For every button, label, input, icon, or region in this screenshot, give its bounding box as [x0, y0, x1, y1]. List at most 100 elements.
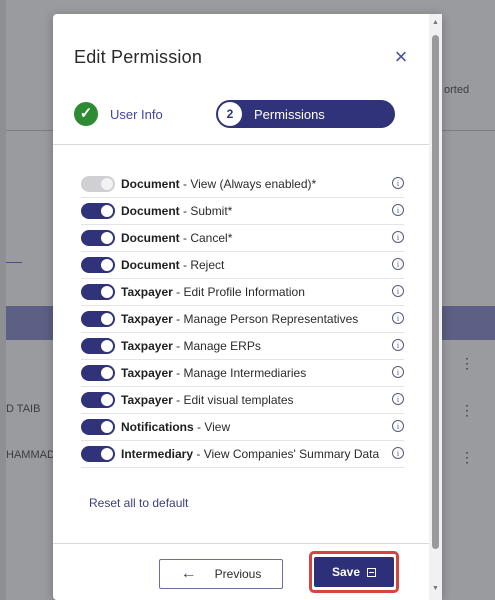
permission-toggle[interactable] — [81, 392, 115, 408]
permission-label: Taxpayer - Edit Profile Information — [121, 285, 305, 299]
permission-row: Document - View (Always enabled)* i — [81, 171, 404, 198]
permission-row: Notifications - View i — [81, 414, 404, 441]
permission-action: - Manage Person Representatives — [172, 312, 359, 326]
scrollbar-thumb[interactable] — [432, 35, 439, 549]
permission-row: Taxpayer - Manage ERPs i — [81, 333, 404, 360]
toggle-knob — [101, 421, 113, 433]
info-icon[interactable]: i — [392, 177, 404, 189]
permission-toggle[interactable] — [81, 446, 115, 462]
permission-action: - Cancel* — [179, 231, 233, 245]
permission-row: Document - Cancel* i — [81, 225, 404, 252]
permission-label: Document - View (Always enabled)* — [121, 177, 316, 191]
toggle-knob — [101, 448, 113, 460]
permission-label: Taxpayer - Manage ERPs — [121, 339, 261, 353]
permission-action: - Edit Profile Information — [172, 285, 305, 299]
background-column-header: orted — [444, 84, 470, 96]
close-icon[interactable]: × — [389, 46, 413, 70]
permission-list: Document - View (Always enabled)* i Docume… — [81, 171, 404, 468]
permission-category: Taxpayer — [121, 339, 173, 353]
info-icon[interactable]: i — [392, 447, 404, 459]
step-permissions[interactable]: 2 Permissions — [216, 100, 395, 128]
permission-toggle[interactable] — [81, 311, 115, 327]
permission-label: Taxpayer - Manage Person Representatives — [121, 312, 358, 326]
permission-label: Intermediary - View Companies' Summary D… — [121, 447, 379, 461]
permission-category: Taxpayer — [121, 366, 173, 380]
permission-action: - Submit* — [179, 204, 233, 218]
permission-action: - View Companies' Summary Data — [193, 447, 380, 461]
permission-label: Document - Submit* — [121, 204, 232, 218]
info-icon[interactable]: i — [392, 366, 404, 378]
permission-toggle[interactable] — [81, 230, 115, 246]
permission-label: Document - Reject — [121, 258, 224, 272]
edit-permission-dialog: Edit Permission × ✓ User Info 2 Permissi… — [53, 14, 442, 600]
toggle-knob — [101, 259, 113, 271]
footer-divider — [53, 543, 442, 544]
info-icon[interactable]: i — [392, 339, 404, 351]
permission-toggle[interactable] — [81, 338, 115, 354]
permission-category: Taxpayer — [121, 393, 173, 407]
permission-row: Taxpayer - Edit visual templates i — [81, 387, 404, 414]
info-icon[interactable]: i — [392, 312, 404, 324]
background-tab-underline — [6, 262, 22, 263]
permission-row: Taxpayer - Edit Profile Information i — [81, 279, 404, 306]
dialog-title: Edit Permission — [74, 47, 203, 67]
toggle-knob — [101, 286, 113, 298]
permission-label: Taxpayer - Manage Intermediaries — [121, 366, 306, 380]
floppy-disk-icon — [367, 567, 377, 577]
row-menu-icon[interactable]: ⋮ — [460, 450, 474, 464]
previous-button[interactable]: ← Previous — [159, 559, 283, 589]
permission-toggle[interactable] — [81, 419, 115, 435]
permission-action: - View (Always enabled)* — [179, 177, 317, 191]
step-number: 2 — [218, 102, 242, 126]
info-icon[interactable]: i — [392, 258, 404, 270]
stepper: ✓ User Info 2 Permissions — [74, 100, 395, 128]
permission-toggle[interactable] — [81, 203, 115, 219]
permission-row: Taxpayer - Manage Intermediaries i — [81, 360, 404, 387]
background-row-name: HAMMAD — [6, 449, 55, 461]
toggle-knob — [101, 394, 113, 406]
arrow-left-icon: ← — [180, 565, 197, 582]
scroll-down-icon[interactable]: ▼ — [432, 585, 439, 592]
info-icon[interactable]: i — [392, 231, 404, 243]
permission-toggle[interactable] — [81, 257, 115, 273]
step-user-info[interactable]: ✓ User Info — [74, 100, 163, 128]
toggle-knob — [101, 232, 113, 244]
permission-category: Document — [121, 231, 180, 245]
permission-action: - View — [193, 420, 231, 434]
save-button[interactable]: Save — [314, 557, 394, 587]
info-icon[interactable]: i — [392, 393, 404, 405]
permission-label: Notifications - View — [121, 420, 230, 434]
info-icon[interactable]: i — [392, 204, 404, 216]
permission-action: - Manage Intermediaries — [172, 366, 307, 380]
info-icon[interactable]: i — [392, 285, 404, 297]
permission-category: Document — [121, 258, 180, 272]
permission-toggle[interactable] — [81, 365, 115, 381]
permission-category: Notifications — [121, 420, 194, 434]
permission-label: Taxpayer - Edit visual templates — [121, 393, 294, 407]
save-button-label: Save — [331, 565, 361, 579]
scroll-up-icon[interactable]: ▲ — [432, 19, 439, 26]
row-menu-icon[interactable]: ⋮ — [460, 356, 474, 370]
permission-category: Intermediary — [121, 447, 194, 461]
row-menu-icon[interactable]: ⋮ — [460, 403, 474, 417]
toggle-knob — [101, 205, 113, 217]
toggle-knob — [101, 178, 113, 190]
permission-row: Document - Reject i — [81, 252, 404, 279]
permission-row: Taxpayer - Manage Person Representatives… — [81, 306, 404, 333]
info-icon[interactable]: i — [392, 420, 404, 432]
reset-all-link[interactable]: Reset all to default — [89, 496, 188, 510]
header-divider — [53, 144, 442, 145]
permission-row: Intermediary - View Companies' Summary D… — [81, 441, 404, 468]
permission-row: Document - Submit* i — [81, 198, 404, 225]
permission-action: - Edit visual templates — [172, 393, 294, 407]
permission-category: Taxpayer — [121, 285, 173, 299]
permission-label: Document - Cancel* — [121, 231, 232, 245]
background-row-name: D TAIB — [6, 403, 41, 415]
permission-toggle[interactable] — [81, 284, 115, 300]
step-permissions-label: Permissions — [254, 106, 325, 122]
permission-category: Document — [121, 177, 180, 191]
permission-category: Document — [121, 204, 180, 218]
toggle-knob — [101, 367, 113, 379]
permission-category: Taxpayer — [121, 312, 173, 326]
toggle-knob — [101, 313, 113, 325]
